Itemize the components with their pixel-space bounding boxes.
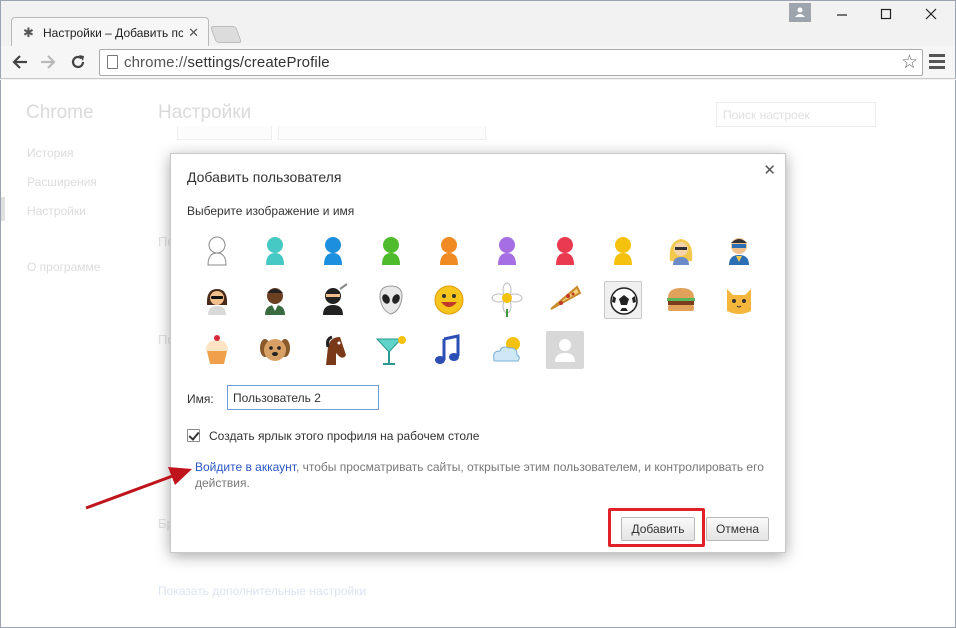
avatar-generic-person[interactable] bbox=[546, 331, 584, 369]
minimize-button[interactable] bbox=[827, 5, 857, 27]
avatar-blue-silhouette[interactable] bbox=[314, 231, 352, 269]
avatar-burger[interactable] bbox=[662, 281, 700, 319]
avatar-white-silhouette[interactable] bbox=[198, 231, 236, 269]
maximize-button[interactable] bbox=[871, 5, 901, 27]
avatar-flower[interactable] bbox=[488, 281, 526, 319]
browser-tab[interactable]: ✱ Настройки – Добавить пс ✕ bbox=[11, 17, 209, 47]
avatar-red-silhouette[interactable] bbox=[546, 231, 584, 269]
avatar-sunglasses-woman[interactable] bbox=[198, 281, 236, 319]
avatar-cocktail[interactable] bbox=[372, 331, 410, 369]
avatar-ninja[interactable] bbox=[314, 281, 352, 319]
avatar-horse[interactable] bbox=[314, 331, 352, 369]
tab-close-icon[interactable]: ✕ bbox=[188, 25, 199, 41]
menu-icon[interactable] bbox=[929, 54, 945, 70]
avatar-soccer-ball[interactable] bbox=[604, 281, 642, 319]
close-window-button[interactable] bbox=[916, 5, 946, 27]
avatar-green-silhouette[interactable] bbox=[372, 231, 410, 269]
highlight-box bbox=[608, 508, 705, 547]
title-bar: ✱ Настройки – Добавить пс ✕ bbox=[0, 0, 956, 47]
name-input[interactable] bbox=[227, 385, 379, 410]
avatar-man[interactable] bbox=[256, 281, 294, 319]
sign-in-link[interactable]: Войдите в аккаунт bbox=[195, 460, 296, 474]
back-arrow-icon[interactable] bbox=[9, 51, 31, 73]
forward-arrow-icon[interactable] bbox=[37, 51, 59, 73]
shortcut-checkbox[interactable] bbox=[187, 429, 200, 442]
reload-icon[interactable] bbox=[67, 51, 89, 73]
avatar-orange-silhouette[interactable] bbox=[430, 231, 468, 269]
sign-in-info: Войдите в аккаунт, чтобы просматривать с… bbox=[195, 460, 764, 490]
avatar-blonde-woman[interactable] bbox=[662, 231, 700, 269]
page-icon bbox=[107, 55, 118, 69]
avatar-cupcake[interactable] bbox=[198, 331, 236, 369]
gear-icon: ✱ bbox=[23, 25, 34, 40]
avatar-teal-silhouette[interactable] bbox=[256, 231, 294, 269]
avatar-music-note[interactable] bbox=[430, 331, 468, 369]
name-label: Имя: bbox=[187, 392, 214, 406]
avatar-superhero[interactable] bbox=[720, 231, 758, 269]
avatar-cat[interactable] bbox=[720, 281, 758, 319]
browser-toolbar: chrome://settings/createProfile ☆ bbox=[0, 46, 956, 79]
avatar-purple-silhouette[interactable] bbox=[488, 231, 526, 269]
avatar-yellow-silhouette[interactable] bbox=[604, 231, 642, 269]
dialog-title: Добавить пользователя bbox=[187, 169, 342, 185]
url-text: chrome://settings/createProfile bbox=[124, 54, 330, 71]
close-icon[interactable]: ✕ bbox=[763, 161, 776, 179]
avatar-alien[interactable] bbox=[372, 281, 410, 319]
dialog-subtitle: Выберите изображение и имя bbox=[187, 204, 355, 218]
avatar-smiley[interactable] bbox=[430, 281, 468, 319]
user-profile-icon[interactable] bbox=[789, 3, 811, 22]
address-bar[interactable]: chrome://settings/createProfile ☆ bbox=[99, 49, 923, 76]
shortcut-label: Создать ярлык этого профиля на рабочем с… bbox=[209, 429, 480, 443]
avatar-pizza[interactable] bbox=[546, 281, 584, 319]
tab-title: Настройки – Добавить пс bbox=[43, 26, 183, 40]
add-user-dialog: Добавить пользователя ✕ Выберите изображ… bbox=[170, 153, 786, 553]
avatar-sun-cloud[interactable] bbox=[488, 331, 526, 369]
avatar-grid bbox=[198, 231, 758, 371]
new-tab-button[interactable] bbox=[209, 26, 243, 43]
bookmark-star-icon[interactable]: ☆ bbox=[901, 51, 918, 74]
cancel-button[interactable]: Отмена bbox=[706, 517, 769, 541]
avatar-dog[interactable] bbox=[256, 331, 294, 369]
